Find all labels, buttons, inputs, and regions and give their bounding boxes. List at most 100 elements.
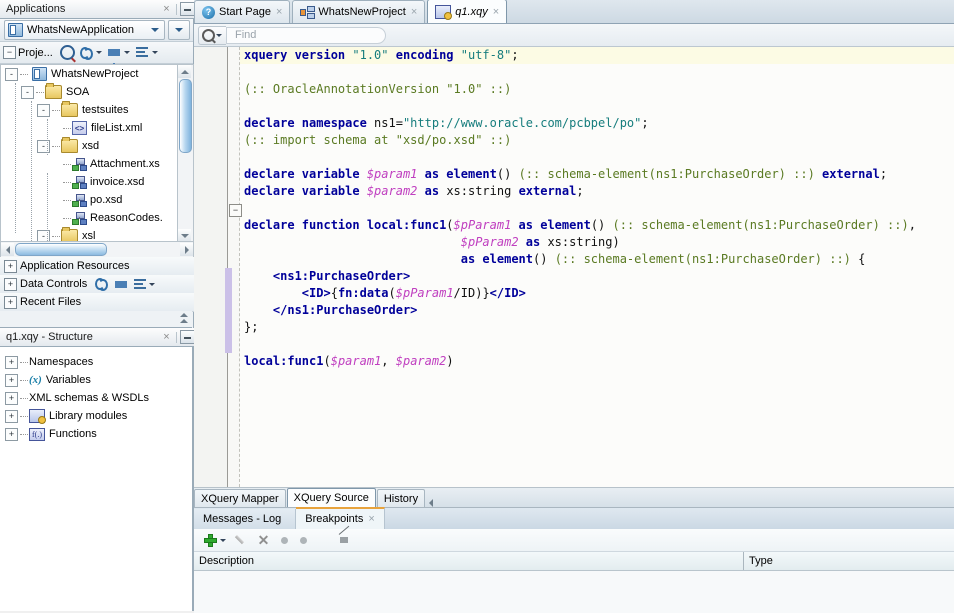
code-line[interactable]	[240, 98, 954, 115]
tree-toggle-icon[interactable]: +	[5, 428, 18, 441]
code-line[interactable]: declare variable $param1 as element() (:…	[240, 166, 954, 183]
view-options-icon[interactable]	[134, 45, 151, 61]
editor-tab[interactable]: WhatsNewProject×	[292, 0, 425, 23]
code-line[interactable]: xquery version "1.0" encoding "utf-8";	[240, 47, 954, 64]
editor-tab[interactable]: q1.xqy×	[427, 0, 507, 23]
tree-item[interactable]: -WhatsNewProject	[1, 65, 178, 83]
tree-toggle-icon[interactable]: +	[5, 392, 18, 405]
breakpoints-list[interactable]	[194, 571, 954, 613]
chevron-down-icon[interactable]	[149, 283, 155, 286]
code-line[interactable]	[240, 200, 954, 217]
code-line[interactable]: declare variable $param2 as xs:string ex…	[240, 183, 954, 200]
tree-toggle-icon[interactable]: +	[5, 410, 18, 423]
code-line[interactable]	[240, 149, 954, 166]
tree-toggle-icon[interactable]: +	[5, 374, 18, 387]
tree-hscrollbar[interactable]	[0, 241, 194, 258]
filter-icon[interactable]	[112, 276, 129, 292]
section-recent-files[interactable]: + Recent Files	[0, 293, 197, 312]
tree-toggle-icon[interactable]: +	[5, 356, 18, 369]
tree-item[interactable]: invoice.xsd	[1, 173, 178, 191]
edit-breakpoint-icon[interactable]	[234, 532, 251, 548]
minimize-icon[interactable]	[180, 330, 195, 344]
structure-item[interactable]: +Library modules	[0, 407, 192, 425]
application-menu-button[interactable]	[168, 20, 190, 40]
project-tree[interactable]: -WhatsNewProject-SOA-testsuites<>fileLis…	[0, 64, 178, 243]
code-line[interactable]	[240, 336, 954, 353]
structure-item[interactable]: +(x)Variables	[0, 371, 192, 389]
code-line[interactable]: declare function local:func1($pParam1 as…	[240, 217, 954, 234]
minimize-icon[interactable]	[180, 2, 195, 16]
chevron-down-icon[interactable]	[220, 539, 226, 542]
tree-toggle-icon[interactable]: -	[5, 68, 18, 81]
editor-left-margin[interactable]	[194, 47, 227, 487]
close-icon[interactable]: ×	[160, 3, 173, 15]
code-line[interactable]: </ns1:PurchaseOrder>	[240, 302, 954, 319]
tabs-scroll-left-icon[interactable]	[429, 499, 433, 507]
close-icon[interactable]: ×	[276, 6, 282, 18]
chevron-down-icon[interactable]	[96, 51, 102, 54]
code-line[interactable]: (:: import schema at "xsd/po.xsd" ::)	[240, 132, 954, 149]
expand-icon[interactable]: +	[4, 278, 17, 291]
tree-item[interactable]: -SOA	[1, 83, 178, 101]
code-line[interactable]: declare namespace ns1="http://www.oracle…	[240, 115, 954, 132]
projects-collapse-toggle[interactable]: −	[3, 46, 16, 59]
view-options-icon[interactable]	[131, 276, 148, 292]
editor-tab[interactable]: ?Start Page×	[194, 0, 290, 23]
column-header-description[interactable]: Description	[194, 552, 744, 570]
code-content[interactable]: xquery version "1.0" encoding "utf-8"; (…	[240, 47, 954, 487]
scroll-left-icon[interactable]	[1, 243, 14, 256]
disable-breakpoint-icon[interactable]	[295, 532, 312, 548]
tree-item[interactable]: -testsuites	[1, 101, 178, 119]
search-options-button[interactable]	[198, 26, 226, 45]
tree-hscroll-thumb[interactable]	[15, 243, 107, 256]
chevron-down-icon[interactable]	[152, 51, 158, 54]
left-dock-resizer[interactable]	[0, 311, 192, 328]
code-line[interactable]: <ID>{fn:data($pParam1/ID)}</ID>	[240, 285, 954, 302]
code-line[interactable]: as element() (:: schema-element(ns1:Purc…	[240, 251, 954, 268]
tree-vscroll-thumb[interactable]	[179, 79, 192, 153]
tree-item[interactable]: po.xsd	[1, 191, 178, 209]
tree-item[interactable]: ReasonCodes.	[1, 209, 178, 227]
tree-item[interactable]: -xsd	[1, 137, 178, 155]
tree-item[interactable]: <>fileList.xml	[1, 119, 178, 137]
search-input[interactable]: Find	[226, 27, 386, 44]
enable-breakpoint-icon[interactable]	[276, 532, 293, 548]
chevron-down-icon[interactable]	[124, 51, 130, 54]
delete-breakpoint-icon[interactable]: ✕	[255, 532, 272, 548]
tree-item[interactable]: Attachment.xs	[1, 155, 178, 173]
scroll-right-icon[interactable]	[180, 243, 193, 256]
code-line[interactable]: local:func1($param1, $param2)	[240, 353, 954, 370]
mute-breakpoints-icon[interactable]	[336, 532, 353, 548]
expand-icon[interactable]: +	[4, 260, 17, 273]
editor-view-tab[interactable]: History	[377, 489, 425, 507]
structure-tree[interactable]: +Namespaces+(x)Variables+XML schemas & W…	[0, 347, 193, 611]
close-icon[interactable]: ×	[160, 331, 173, 343]
close-icon[interactable]: ×	[368, 513, 374, 525]
code-line[interactable]: $pParam2 as xs:string)	[240, 234, 954, 251]
section-application-resources[interactable]: + Application Resources	[0, 257, 197, 276]
filter-icon[interactable]	[106, 45, 123, 61]
tree-toggle-icon[interactable]: -	[37, 104, 50, 117]
refresh-icon[interactable]	[78, 45, 95, 61]
application-combo[interactable]: WhatsNewApplication	[4, 20, 165, 40]
section-data-controls[interactable]: + Data Controls	[0, 275, 197, 294]
structure-item[interactable]: +f(.)Functions	[0, 425, 192, 443]
structure-item[interactable]: +XML schemas & WSDLs	[0, 389, 192, 407]
code-editor[interactable]: − xquery version "1.0" encoding "utf-8";…	[194, 47, 954, 488]
tree-toggle-icon[interactable]: -	[21, 86, 34, 99]
tree-vscrollbar[interactable]	[177, 64, 194, 243]
close-icon[interactable]: ×	[411, 6, 417, 18]
code-line[interactable]: (:: OracleAnnotationVersion "1.0" ::)	[240, 81, 954, 98]
scroll-up-icon[interactable]	[178, 65, 191, 78]
code-line[interactable]: };	[240, 319, 954, 336]
close-icon[interactable]: ×	[493, 6, 499, 18]
editor-view-tab[interactable]: XQuery Source	[287, 488, 376, 507]
add-breakpoint-icon[interactable]	[202, 532, 219, 548]
code-line[interactable]	[240, 64, 954, 81]
search-icon[interactable]	[59, 45, 76, 61]
expand-icon[interactable]: +	[4, 296, 17, 309]
structure-item[interactable]: +Namespaces	[0, 353, 192, 371]
log-panel-tab[interactable]: Messages - Log	[194, 509, 296, 529]
editor-view-tab[interactable]: XQuery Mapper	[194, 489, 286, 507]
column-header-type[interactable]: Type	[744, 552, 954, 570]
